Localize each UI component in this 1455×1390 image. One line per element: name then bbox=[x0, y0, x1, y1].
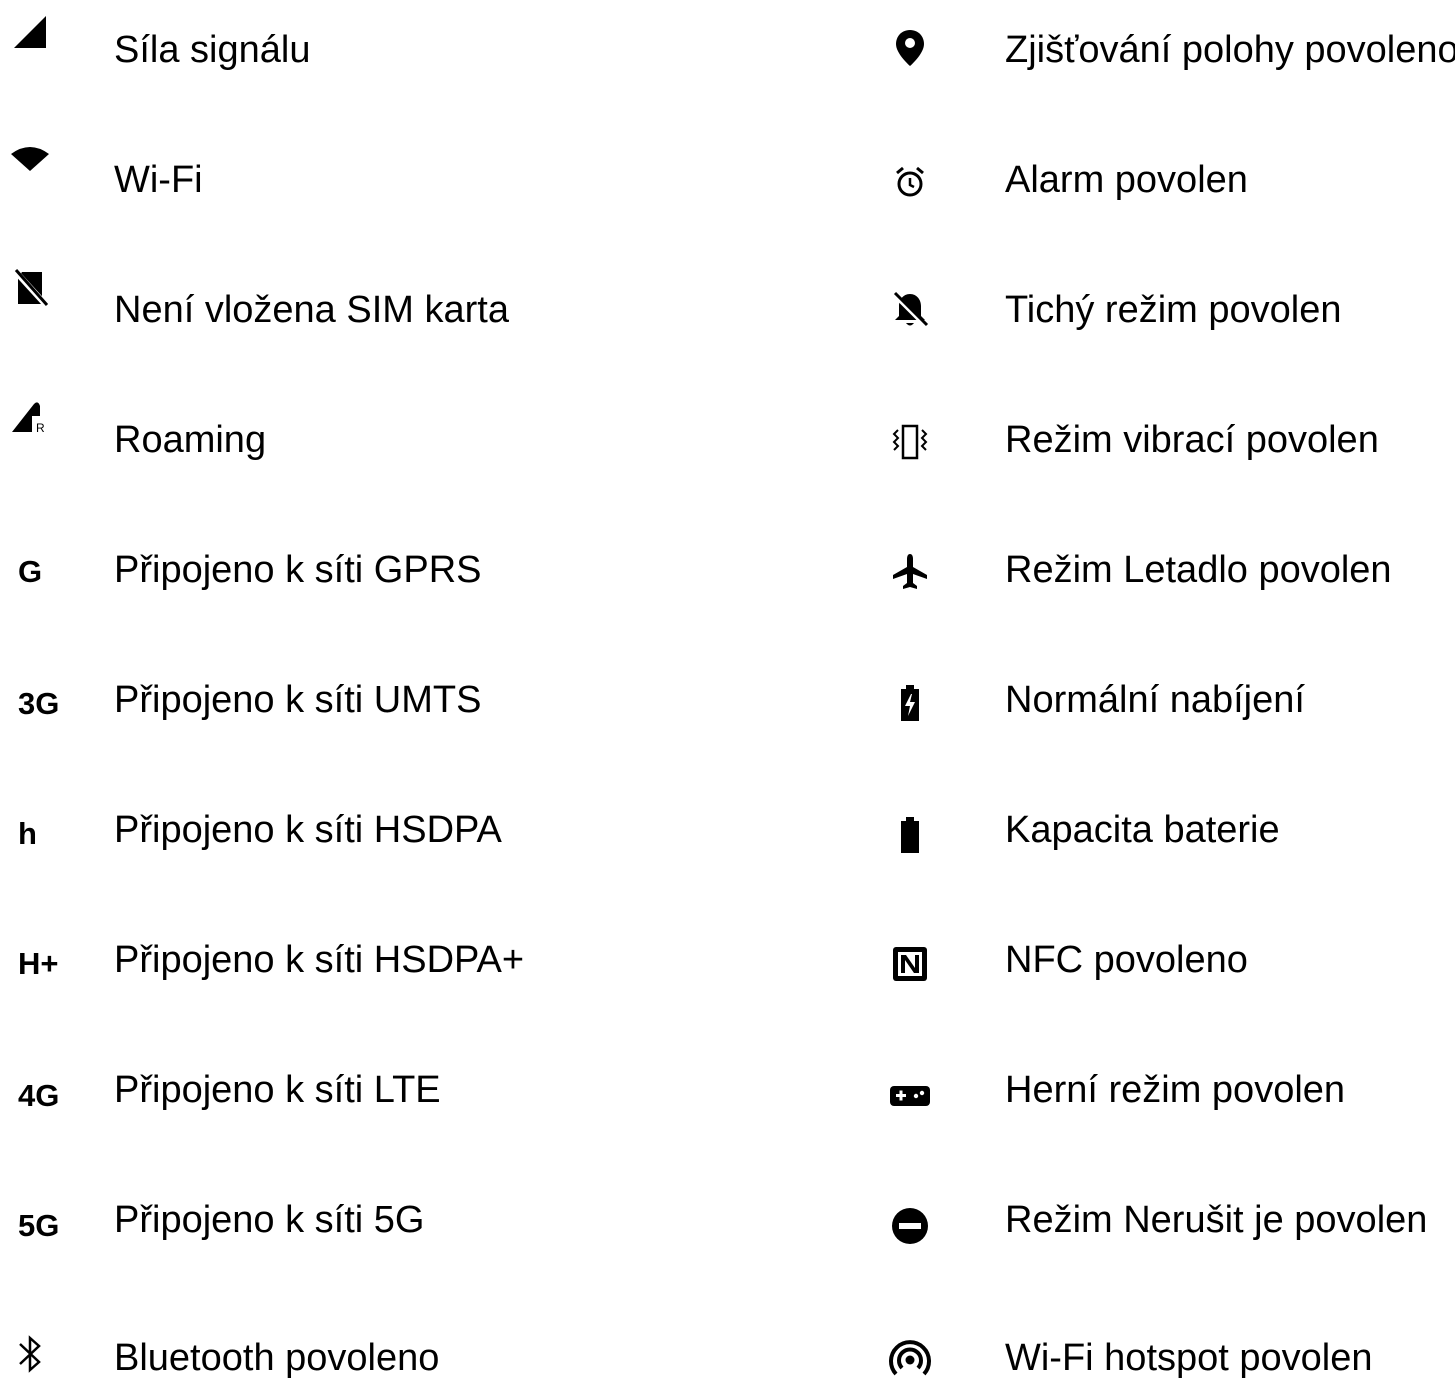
list-item-label: Herní režim povolen bbox=[1005, 1069, 1346, 1111]
list-item: Herní režim povolen bbox=[880, 1050, 1455, 1130]
list-item: Režim Letadlo povolen bbox=[880, 530, 1455, 610]
list-item: Wi-Fi hotspot povolen bbox=[880, 1310, 1455, 1390]
list-item: Bluetooth povoleno bbox=[0, 1310, 840, 1390]
list-item-label: Není vložena SIM karta bbox=[114, 289, 509, 331]
list-item-label: Režim vibrací povolen bbox=[1005, 419, 1379, 461]
list-item-label: Síla signálu bbox=[114, 29, 311, 71]
list-item: Tichý režim povolen bbox=[880, 270, 1455, 350]
list-item: Kapacita baterie bbox=[880, 790, 1455, 870]
list-item-label: Zjišťování polohy povoleno bbox=[1005, 29, 1455, 71]
bell-off-icon bbox=[886, 286, 934, 334]
list-item: 3G Připojeno k síti UMTS bbox=[0, 660, 840, 740]
nfc-icon bbox=[886, 940, 934, 988]
svg-text:R: R bbox=[36, 421, 45, 435]
list-item: 5G Připojeno k síti 5G bbox=[0, 1180, 840, 1260]
list-item-label: Připojeno k síti UMTS bbox=[114, 679, 482, 721]
list-item-label: Wi-Fi bbox=[114, 159, 203, 201]
list-item-label: Připojeno k síti HSDPA+ bbox=[114, 939, 525, 981]
list-item: 4G Připojeno k síti LTE bbox=[0, 1050, 840, 1130]
gprs-icon: G bbox=[18, 554, 43, 589]
list-item-label: Režim Nerušit je povolen bbox=[1005, 1199, 1428, 1241]
list-item: Síla signálu bbox=[0, 10, 840, 90]
gamepad-icon bbox=[886, 1072, 934, 1120]
umts-3g-icon: 3G bbox=[18, 686, 60, 721]
alarm-clock-icon bbox=[886, 158, 934, 206]
list-item: NFC povoleno bbox=[880, 920, 1455, 1000]
airplane-icon bbox=[886, 548, 934, 596]
list-item-label: Bluetooth povoleno bbox=[114, 1337, 440, 1379]
list-item-label: Wi-Fi hotspot povolen bbox=[1005, 1337, 1373, 1379]
bluetooth-icon bbox=[6, 1330, 54, 1378]
list-item-label: Připojeno k síti GPRS bbox=[114, 549, 482, 591]
roaming-icon: R bbox=[6, 394, 54, 442]
signal-strength-icon bbox=[6, 8, 54, 56]
list-item-label: Připojeno k síti 5G bbox=[114, 1199, 425, 1241]
list-item-label: NFC povoleno bbox=[1005, 939, 1248, 981]
list-item: Není vložena SIM karta bbox=[0, 268, 840, 350]
list-item: h Připojeno k síti HSDPA bbox=[0, 790, 840, 870]
list-item-label: Kapacita baterie bbox=[1005, 809, 1280, 851]
list-item-label: Roaming bbox=[114, 419, 267, 461]
do-not-disturb-icon bbox=[886, 1202, 934, 1250]
wifi-icon bbox=[6, 134, 54, 182]
list-item: Alarm povolen bbox=[880, 140, 1455, 220]
5g-icon: 5G bbox=[18, 1208, 60, 1243]
list-item-label: Připojeno k síti HSDPA bbox=[114, 809, 502, 851]
hsdpa-icon: h bbox=[18, 816, 37, 851]
list-item-label: Normální nabíjení bbox=[1005, 679, 1305, 721]
list-item-label: Režim Letadlo povolen bbox=[1005, 549, 1392, 591]
battery-charging-icon bbox=[886, 680, 934, 728]
no-sim-icon bbox=[6, 264, 54, 312]
list-item-label: Alarm povolen bbox=[1005, 159, 1248, 201]
list-item: Režim vibrací povolen bbox=[880, 400, 1455, 480]
list-item: Režim Nerušit je povolen bbox=[880, 1180, 1455, 1260]
list-item: Zjišťování polohy povoleno bbox=[880, 10, 1455, 90]
battery-full-icon bbox=[886, 812, 934, 860]
list-item: R Roaming bbox=[0, 400, 840, 480]
location-pin-icon bbox=[886, 24, 934, 72]
list-item: G Připojeno k síti GPRS bbox=[0, 530, 840, 610]
list-item: Normální nabíjení bbox=[880, 660, 1455, 740]
list-item: Wi-Fi bbox=[0, 140, 840, 220]
vibrate-icon bbox=[886, 418, 934, 466]
lte-4g-icon: 4G bbox=[18, 1078, 60, 1113]
list-item: H+ Připojeno k síti HSDPA+ bbox=[0, 920, 840, 1000]
list-item-label: Připojeno k síti LTE bbox=[114, 1069, 441, 1111]
hsdpa-plus-icon: H+ bbox=[18, 946, 59, 981]
list-item-label: Tichý režim povolen bbox=[1005, 289, 1342, 331]
